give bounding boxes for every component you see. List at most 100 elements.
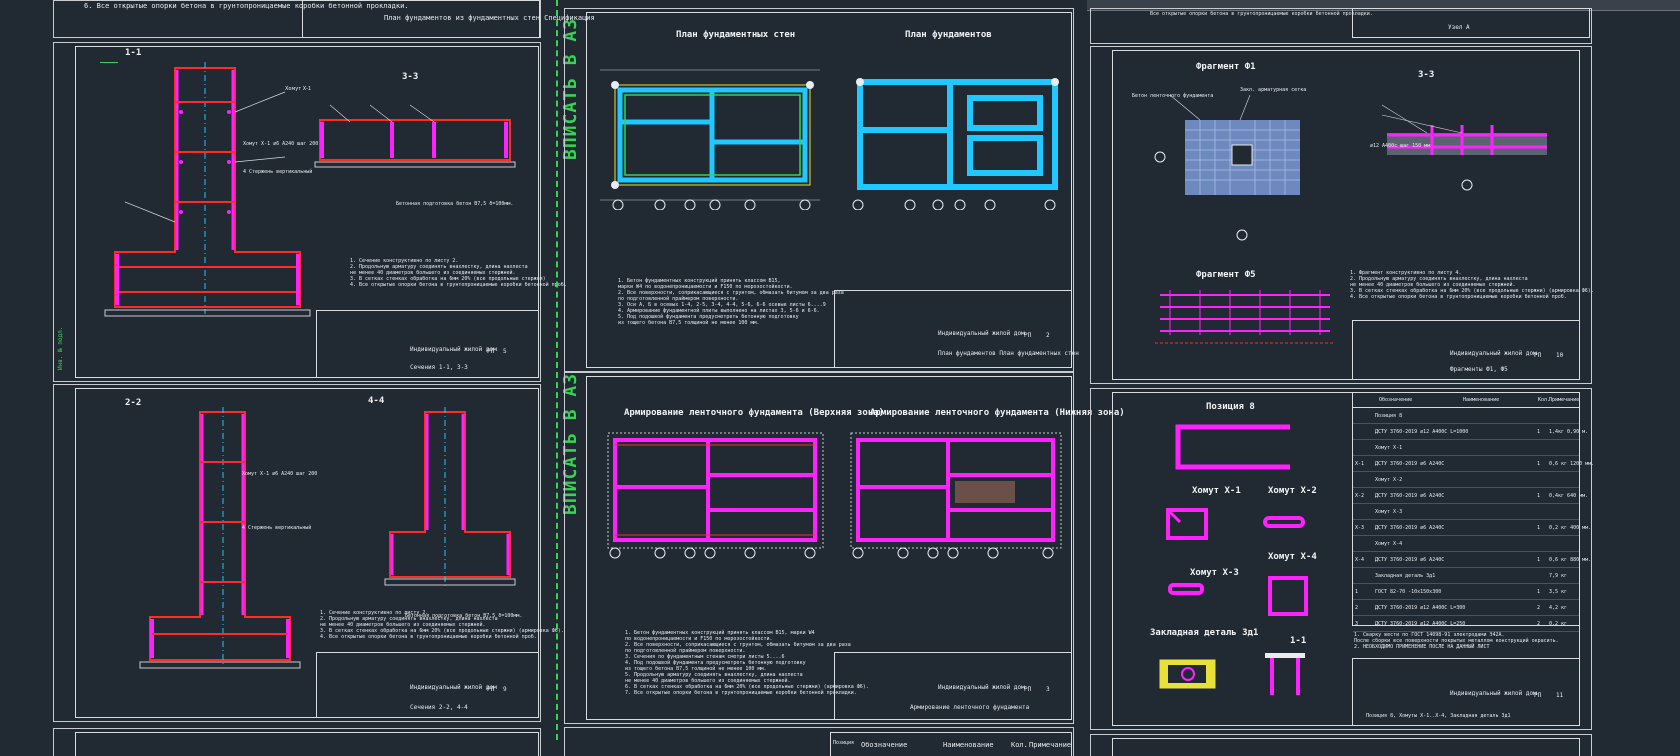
section-1-1-drawing: Хомут Х-1 [100,62,311,317]
spec-cell: 2 [1537,605,1541,611]
spec-cell: Хомут Х-2 [1375,477,1403,483]
spec-row: Х-3 ДСТУ 3760-2019 ⌀6 А240С 1 0,2 кг 400 мм… [1353,520,1591,536]
spec-col: Примечание [1029,741,1072,749]
label-concrete-prep: Бетонная подготовка бетон В7,5 δ=100мм. [396,201,514,207]
title-block-project: Индивидуальный жилой дом [938,684,1025,691]
fragment-section: 3-3 [1418,70,1435,80]
title-block-sheet: 2 [1046,332,1050,339]
spec-col-header: Примечание [1549,397,1580,403]
spec-cell: Хомут Х-3 [1375,509,1403,515]
spec-cell: 0,6 кг 880 мм. [1549,557,1592,563]
specification-table: Обозначение Наименование Кол. Примечание… [1352,392,1594,632]
section-title-right: 3-3 [402,72,419,82]
section-notes: 1. Сечение конструктивно по листу 2. 2. … [350,258,567,288]
stirrups-drawing [1166,508,1308,616]
fragment-f1-drawing [1154,94,1300,241]
fragment-f5-drawing [1155,290,1335,344]
title-block-stage: РП [1534,692,1542,699]
spec-cell: 3,5 кг [1549,589,1568,595]
reinf-title-left: Армирование ленточного фундамента (Верхн… [624,408,885,418]
reinforcement-bottom-plan [850,432,1062,559]
fragment-label-c: ⌀12 А400с шаг 150 мм [1370,143,1431,149]
title-block-project: Индивидуальный жилой дом [410,346,497,353]
spec-row: Хомут Х-3 [1353,504,1579,520]
position-notes: 1. Сварку вести по ГОСТ 14098-91 электро… [1354,632,1559,650]
spec-col: Кол. [1011,741,1028,749]
spec-cell: 0,2 кг 400 мм. [1549,525,1592,531]
title-block-stage: РП [1024,332,1032,339]
cad-viewport[interactable]: 6. Все открытые опорки бетона в грунтопр… [0,0,1680,756]
title-block-title: Фрагменты Ф1, Ф5 [1450,366,1508,373]
label-stirrup: Хомут Х-1 ⌀6 А240 шаг 200 [243,141,319,147]
spec-col: Обозначение [861,741,908,749]
title-block-title: Армирование ленточного фундамента [910,704,1030,711]
title-block-sheet: 10 [1556,352,1564,359]
spec-cell: ГОСТ 82-70 -10х150х300 [1375,589,1442,595]
title-block-stage: РП [487,686,495,693]
spec-cell: Х-4 [1355,557,1365,563]
spec-row: Х-4 ДСТУ 3760-2019 ⌀6 А240С 1 0,6 кг 880 мм… [1353,552,1591,568]
title-block-title: План фундаментов План фундаментных стен [938,350,1079,357]
title-block-sheet: 5 [503,348,507,355]
spec-row: Позиция 8 [1353,408,1579,424]
spec-cell: 1 [1537,525,1541,531]
plan-title-left: План фундаментных стен [676,30,796,40]
top-right-title: Узел А [1448,24,1470,31]
side-label: Инв. № подл. [57,326,64,370]
title-block-title: Сечения 2-2, 4-4 [410,704,468,711]
spec-row: 2 ДСТУ 3760-2019 ⌀12 А400С L=300 2 4,2 кг [1353,600,1579,616]
title-block-sheet: 9 [503,686,507,693]
spec-rows: Позиция 8 ДСТУ 3760-2019 ⌀12 А400С L=1000… [1353,408,1594,632]
title-block-title: Позиция 8, Хомуты Х-1..Х-4, Закладная де… [1366,713,1511,719]
svg-text:Хомут Х-1: Хомут Х-1 [285,86,311,92]
spec-cell: Х-1 [1355,461,1365,467]
spec-cell: Позиция 8 [1375,413,1403,419]
title-block-stage: РП [1534,352,1542,359]
plan-title-right: План фундаментов [905,30,992,40]
spec-row: Хомут Х-1 [1353,440,1579,456]
spec-cell: Х-3 [1355,525,1365,531]
spec-row: 1 ГОСТ 82-70 -10х150х300 1 3,5 кг [1353,584,1579,600]
reinf-title-right: Армирование ленточного фундамента (Нижня… [870,408,1125,418]
spec-cell: Хомут Х-1 [1375,445,1403,451]
spec-cell: ДСТУ 3760-2019 ⌀6 А240С [1375,525,1445,531]
spec-header: Позиция Обозначение Наименование Кол. Пр… [830,732,1072,756]
spec-cell: 7,9 кг [1549,573,1568,579]
spec-cell: 1,4кг 0,90 м. [1549,429,1589,435]
spec-cell: 2 [1355,605,1359,611]
title-block-title: Сечения 1-1, 3-3 [410,364,468,371]
spec-cell: ДСТУ 3760-2019 ⌀12 А400С L=1000 [1375,429,1469,435]
fragment-label-a: Бетон ленточного фундамента [1132,93,1214,99]
sheet-frame [1112,738,1580,756]
spec-cell: 3 [1355,621,1359,627]
spec-col: Наименование [943,741,994,749]
spec-row: Хомут Х-4 [1353,536,1579,552]
spec-cell: 2 [1537,621,1541,627]
stamp-rail [556,0,562,740]
spec-header-row: Обозначение Наименование Кол. Примечание [1353,393,1579,408]
spec-col-header: Обозначение [1379,397,1413,403]
title-block-stage: РП [1024,686,1032,693]
spec-cell: 1 [1355,589,1359,595]
foundations-plan [852,78,1059,210]
title-block-top-right [1352,8,1590,38]
embedded-detail-drawing [1159,653,1305,695]
title-block-project: Индивидуальный жилой дом [1450,350,1537,357]
spec-cell: ДСТУ 3760-2019 ⌀12 А400С L=300 [1375,605,1466,611]
fragment-title: Фрагмент Ф1 [1196,62,1256,72]
stirrup-1-title: Хомут Х-1 [1192,486,1241,496]
spec-cell: 0,4кг 640 мм. [1549,493,1589,499]
spec-cell: 0,6 кг 1200 мм. [1549,461,1595,467]
spec-cell: Закладная деталь Зд1 [1375,573,1436,579]
position-8-drawing [1175,424,1290,470]
section-2-2-drawing [139,407,301,669]
spec-cell: ДСТУ 3760-2019 ⌀6 А240С [1375,493,1445,499]
title-block-stage: РП [487,348,495,355]
spec-cell: Хомут Х-4 [1375,541,1403,547]
spec-cell: Х-2 [1355,493,1365,499]
fragment-notes: 1. Фрагмент конструктивно по листу 4. 2.… [1350,270,1594,300]
spec-cell: 1 [1537,589,1541,595]
embedded-detail-title: Закладная деталь Зд1 [1150,628,1259,638]
spec-cell: 4,2 кг [1549,605,1568,611]
title-block-sheet: 11 [1556,692,1564,699]
